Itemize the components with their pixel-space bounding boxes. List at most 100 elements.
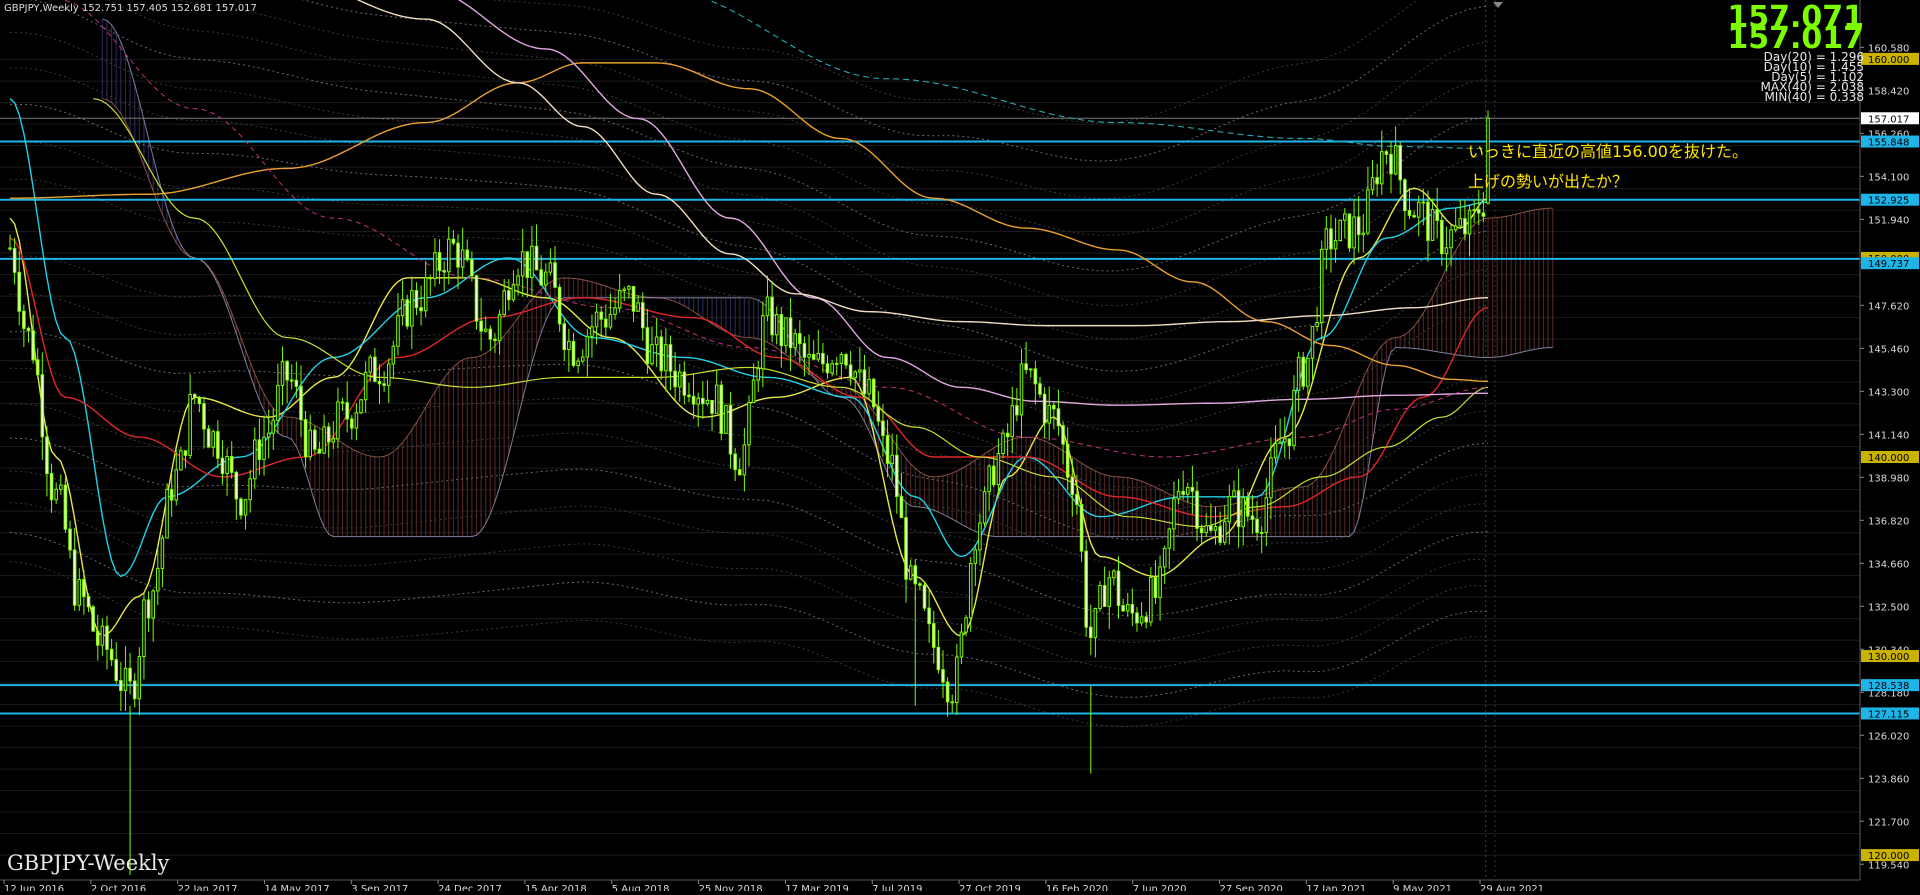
candle-body bbox=[1065, 443, 1070, 478]
candle-body bbox=[151, 590, 155, 619]
candle-body bbox=[511, 284, 516, 301]
candle-body bbox=[442, 270, 446, 273]
candle-body bbox=[1269, 457, 1273, 499]
candle-body bbox=[964, 617, 968, 633]
candle-body bbox=[1144, 616, 1148, 623]
candle-body bbox=[1010, 405, 1015, 438]
y-tick-label: 132.500 bbox=[1868, 602, 1909, 613]
candle-body bbox=[931, 623, 936, 648]
chart-canvas[interactable]: 160.580158.420156.260154.100151.940149.7… bbox=[0, 0, 1920, 895]
candle-body bbox=[761, 315, 765, 370]
candle-body bbox=[1283, 438, 1287, 443]
candle-body bbox=[1366, 189, 1370, 234]
candle-body bbox=[696, 397, 700, 405]
candle-body bbox=[802, 343, 807, 358]
candle-body bbox=[419, 307, 423, 312]
candle-body bbox=[313, 429, 317, 450]
price-label-text: 157.017 bbox=[1868, 114, 1909, 125]
candle-body bbox=[1195, 490, 1199, 529]
candle-body bbox=[1199, 527, 1204, 534]
y-tick-label: 158.420 bbox=[1868, 86, 1909, 97]
candle-body bbox=[631, 285, 636, 312]
candle-body bbox=[82, 579, 86, 598]
candle-body bbox=[862, 369, 867, 395]
candle-body bbox=[590, 326, 594, 337]
candle-body bbox=[728, 404, 733, 455]
candle-body bbox=[867, 378, 871, 395]
candle-body bbox=[1167, 528, 1172, 549]
candle-body bbox=[918, 583, 922, 586]
candle-body bbox=[1329, 228, 1333, 250]
candle-body bbox=[1324, 228, 1329, 250]
candle-body bbox=[557, 286, 562, 325]
chart[interactable]: 160.580158.420156.260154.100151.940149.7… bbox=[0, 0, 1920, 895]
candle-body bbox=[530, 245, 534, 278]
candle-body bbox=[54, 488, 58, 501]
candle-body bbox=[1213, 526, 1218, 531]
candle-body bbox=[202, 403, 206, 430]
candle-body bbox=[100, 625, 105, 646]
candle-body bbox=[1222, 521, 1227, 543]
price-label-text: 128.538 bbox=[1868, 681, 1909, 692]
candle-body bbox=[1102, 584, 1107, 607]
y-tick-label: 151.940 bbox=[1868, 215, 1909, 226]
candle-body bbox=[871, 378, 876, 408]
candle-body bbox=[811, 353, 816, 360]
candle-body bbox=[701, 397, 705, 405]
candle-body bbox=[784, 317, 788, 347]
candle-body bbox=[373, 356, 377, 382]
candle-body bbox=[289, 379, 294, 382]
candle-body bbox=[691, 396, 696, 405]
candle-body bbox=[779, 314, 784, 347]
candle-body bbox=[1227, 495, 1232, 523]
candle-body bbox=[973, 549, 978, 564]
candle-body bbox=[68, 528, 72, 551]
candle-body bbox=[470, 259, 474, 277]
candle-body bbox=[571, 340, 576, 366]
candle-body bbox=[1042, 393, 1047, 424]
candle-body bbox=[382, 383, 386, 386]
candle-body bbox=[396, 315, 400, 347]
candle-body bbox=[1204, 525, 1209, 534]
candle-body bbox=[539, 269, 543, 286]
stat-min40: MIN(40) = 0.338 bbox=[1764, 90, 1864, 104]
candle-body bbox=[428, 277, 433, 280]
candle-body bbox=[285, 361, 289, 381]
candle-body bbox=[456, 242, 460, 268]
candle-body bbox=[1112, 570, 1116, 579]
candle-body bbox=[1139, 616, 1144, 624]
candle-body bbox=[844, 354, 848, 366]
candle-body bbox=[751, 379, 756, 403]
candle-body bbox=[1343, 213, 1347, 221]
x-tick-label: 22 Jan 2017 bbox=[178, 884, 238, 891]
candle-body bbox=[1379, 151, 1384, 185]
candle-body bbox=[326, 426, 331, 443]
candle-body bbox=[72, 549, 77, 606]
annotation-line-2: 上げの勢いが出たか？ bbox=[1468, 172, 1629, 191]
candle-body bbox=[447, 238, 451, 273]
candle-body bbox=[1121, 605, 1125, 612]
candle-body bbox=[1255, 518, 1259, 533]
candle-body bbox=[368, 356, 373, 373]
candle-body bbox=[206, 428, 211, 448]
candle-body bbox=[1472, 209, 1476, 212]
candle-body bbox=[636, 302, 640, 312]
candle-body bbox=[1463, 218, 1467, 235]
candle-body bbox=[798, 333, 802, 345]
candle-body bbox=[493, 338, 497, 342]
candle-body bbox=[1389, 153, 1393, 175]
candle-body bbox=[1352, 216, 1356, 249]
y-tick-label: 143.300 bbox=[1868, 387, 1909, 398]
candle-body bbox=[1116, 570, 1121, 607]
candle-body bbox=[1038, 383, 1042, 395]
candle-body bbox=[1412, 214, 1416, 218]
candle-body bbox=[724, 404, 728, 434]
candle-body bbox=[1259, 531, 1264, 534]
candle-body bbox=[488, 328, 493, 340]
candle-body bbox=[91, 606, 95, 632]
candle-body bbox=[1125, 604, 1130, 612]
candle-body bbox=[1001, 432, 1005, 455]
candle-body bbox=[1430, 209, 1435, 241]
price-label-text: 140.000 bbox=[1868, 453, 1909, 464]
candle-body bbox=[941, 669, 945, 683]
